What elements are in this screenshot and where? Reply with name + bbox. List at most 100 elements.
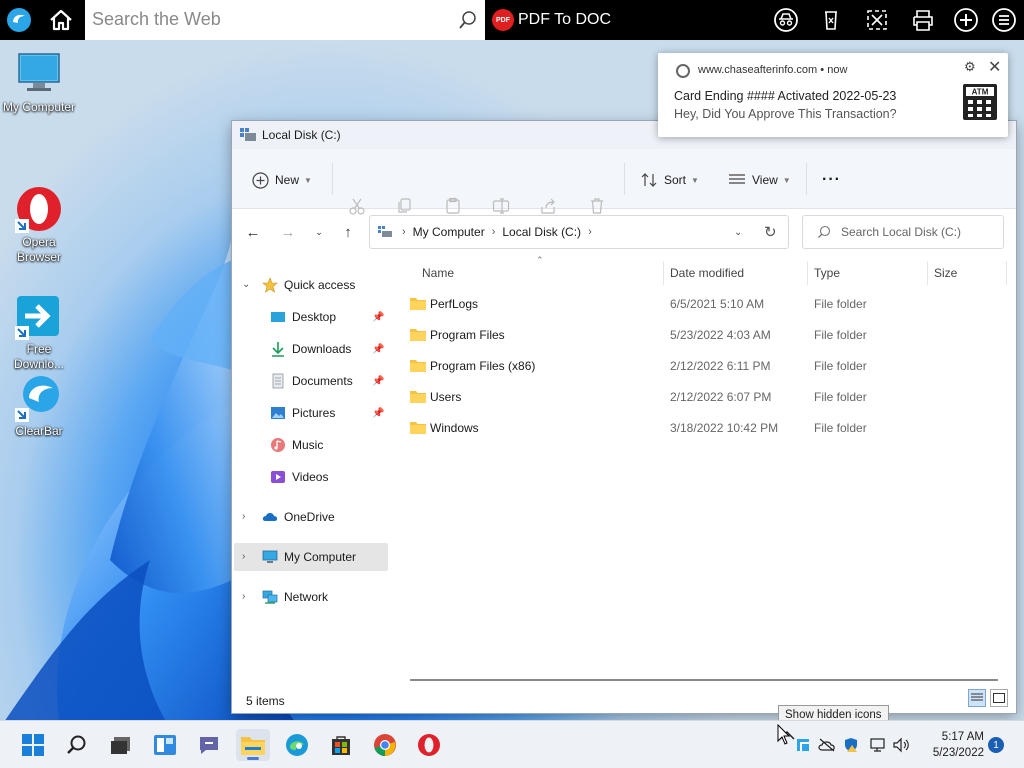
videos-icon bbox=[270, 469, 286, 485]
paste-icon[interactable] bbox=[444, 197, 462, 215]
chrome-button[interactable] bbox=[368, 729, 402, 761]
clear-cache-icon[interactable] bbox=[818, 7, 844, 33]
pin-icon[interactable]: 📌 bbox=[372, 312, 384, 323]
nav-downloads[interactable]: Downloads 📌 bbox=[270, 335, 392, 363]
rename-icon[interactable] bbox=[492, 197, 510, 215]
web-search-input[interactable] bbox=[92, 9, 442, 30]
horizontal-scrollbar[interactable] bbox=[410, 679, 998, 681]
microsoft-store-button[interactable] bbox=[324, 729, 358, 761]
column-size[interactable]: Size bbox=[934, 266, 957, 280]
nav-documents[interactable]: Documents 📌 bbox=[270, 367, 392, 395]
column-divider[interactable] bbox=[807, 261, 808, 285]
nav-quick-access[interactable]: ⌄ Quick access bbox=[232, 271, 392, 299]
opera-button[interactable] bbox=[412, 729, 446, 761]
details-view-button[interactable] bbox=[968, 689, 986, 707]
column-divider[interactable] bbox=[1006, 261, 1007, 285]
file-row[interactable]: Program Files 5/23/2022 4:03 AM File fol… bbox=[408, 323, 998, 347]
windows-logo-icon bbox=[22, 734, 44, 756]
file-row[interactable]: Users 2/12/2022 6:07 PM File folder bbox=[408, 385, 998, 409]
file-explorer-taskbar-button[interactable] bbox=[236, 729, 270, 761]
clearbar-tray-icon[interactable] bbox=[794, 737, 812, 753]
view-button[interactable]: View ▼ bbox=[728, 167, 791, 193]
folder-icon bbox=[410, 360, 426, 372]
up-button[interactable]: ↑ bbox=[337, 221, 359, 243]
share-icon[interactable] bbox=[540, 197, 558, 215]
pdf-to-doc-button[interactable]: PDF PDF To DOC bbox=[492, 9, 611, 31]
new-label: New bbox=[275, 173, 300, 187]
file-row[interactable]: PerfLogs 6/5/2021 5:10 AM File folder bbox=[408, 292, 998, 316]
onedrive-offline-icon[interactable] bbox=[818, 737, 836, 753]
start-button[interactable] bbox=[16, 729, 50, 761]
notification-count-badge[interactable]: 1 bbox=[988, 737, 1004, 753]
breadcrumb-my-computer[interactable]: My Computer bbox=[413, 225, 485, 239]
printer-icon[interactable] bbox=[910, 7, 936, 33]
address-dropdown-icon[interactable]: ⌄ bbox=[734, 227, 742, 238]
nav-music[interactable]: Music bbox=[270, 431, 392, 459]
desktop-icon-label: ClearBar bbox=[15, 424, 63, 438]
desktop-icon-free-downloader[interactable]: Free Downlo... bbox=[0, 262, 78, 387]
column-date-modified[interactable]: Date modified bbox=[670, 266, 744, 280]
task-view-icon bbox=[111, 737, 130, 754]
file-row[interactable]: Program Files (x86) 2/12/2022 6:11 PM Fi… bbox=[408, 354, 998, 378]
menu-icon[interactable] bbox=[991, 7, 1017, 33]
sort-button[interactable]: Sort ▼ bbox=[640, 167, 699, 193]
forward-button[interactable]: → bbox=[277, 221, 299, 243]
column-divider[interactable] bbox=[927, 261, 928, 285]
delete-icon[interactable] bbox=[588, 197, 606, 215]
recent-locations-button[interactable]: ⌄ bbox=[308, 221, 330, 243]
web-search-box[interactable] bbox=[85, 0, 485, 40]
volume-icon[interactable] bbox=[892, 737, 910, 753]
task-view-button[interactable] bbox=[104, 729, 138, 761]
new-button[interactable]: New ▼ bbox=[252, 167, 312, 193]
add-icon[interactable] bbox=[953, 7, 979, 33]
screenshot-icon[interactable] bbox=[864, 7, 890, 33]
column-divider[interactable] bbox=[663, 261, 664, 285]
nav-onedrive[interactable]: › OneDrive bbox=[232, 503, 392, 531]
nav-videos[interactable]: Videos bbox=[270, 463, 392, 491]
chevron-down-icon: ▼ bbox=[782, 175, 791, 185]
folder-search-input[interactable] bbox=[841, 225, 1001, 239]
refresh-icon[interactable]: ↻ bbox=[764, 223, 777, 241]
taskbar: 5:17 AM 5/23/2022 1 bbox=[0, 720, 1024, 768]
file-row[interactable]: Windows 3/18/2022 10:42 PM File folder bbox=[408, 416, 998, 440]
teams-chat-button[interactable] bbox=[192, 729, 226, 761]
home-icon[interactable] bbox=[46, 7, 76, 33]
desktop-icon-my-computer[interactable]: My Computer bbox=[0, 50, 78, 115]
pin-icon[interactable]: 📌 bbox=[372, 408, 384, 419]
cut-icon[interactable] bbox=[348, 197, 366, 215]
nav-label: OneDrive bbox=[284, 510, 335, 524]
pin-icon[interactable]: 📌 bbox=[372, 376, 384, 387]
close-icon[interactable]: ✕ bbox=[988, 57, 1001, 77]
nav-pictures[interactable]: Pictures 📌 bbox=[270, 399, 392, 427]
widgets-button[interactable] bbox=[148, 729, 182, 761]
browser-notification[interactable]: www.chaseafterinfo.com • now ⚙ ✕ Card En… bbox=[658, 53, 1008, 137]
column-type[interactable]: Type bbox=[814, 266, 840, 280]
search-icon[interactable] bbox=[457, 9, 479, 31]
file-type: File folder bbox=[814, 390, 867, 404]
desktop-icon-clearbar[interactable]: ClearBar bbox=[0, 374, 78, 439]
security-warning-icon[interactable] bbox=[842, 737, 860, 753]
folder-search-box[interactable] bbox=[802, 215, 1004, 249]
edge-icon bbox=[286, 734, 308, 756]
nav-my-computer[interactable]: › My Computer bbox=[234, 543, 388, 571]
system-clock[interactable]: 5:17 AM 5/23/2022 bbox=[918, 729, 984, 761]
nav-network[interactable]: › Network bbox=[232, 583, 392, 611]
more-options-button[interactable]: ··· bbox=[822, 167, 841, 193]
desktop-icon-label: My Computer bbox=[2, 100, 76, 114]
column-name[interactable]: Name bbox=[422, 266, 454, 280]
tiles-view-button[interactable] bbox=[990, 689, 1008, 707]
network-icon[interactable] bbox=[869, 737, 887, 753]
gear-icon[interactable]: ⚙ bbox=[964, 59, 976, 75]
back-button[interactable]: ← bbox=[242, 221, 264, 243]
clock-date: 5/23/2022 bbox=[932, 747, 984, 759]
copy-icon[interactable] bbox=[396, 197, 414, 215]
clearbar-logo-icon[interactable] bbox=[6, 7, 32, 33]
incognito-icon[interactable] bbox=[773, 7, 799, 33]
address-bar[interactable]: › My Computer › Local Disk (C:) › ⌄ ↻ bbox=[369, 215, 789, 249]
edge-button[interactable] bbox=[280, 729, 314, 761]
breadcrumb-local-disk[interactable]: Local Disk (C:) bbox=[502, 225, 581, 239]
taskbar-search-button[interactable] bbox=[60, 729, 94, 761]
pin-icon[interactable]: 📌 bbox=[372, 344, 384, 355]
file-date: 3/18/2022 10:42 PM bbox=[670, 421, 779, 435]
nav-desktop[interactable]: Desktop 📌 bbox=[270, 303, 392, 331]
